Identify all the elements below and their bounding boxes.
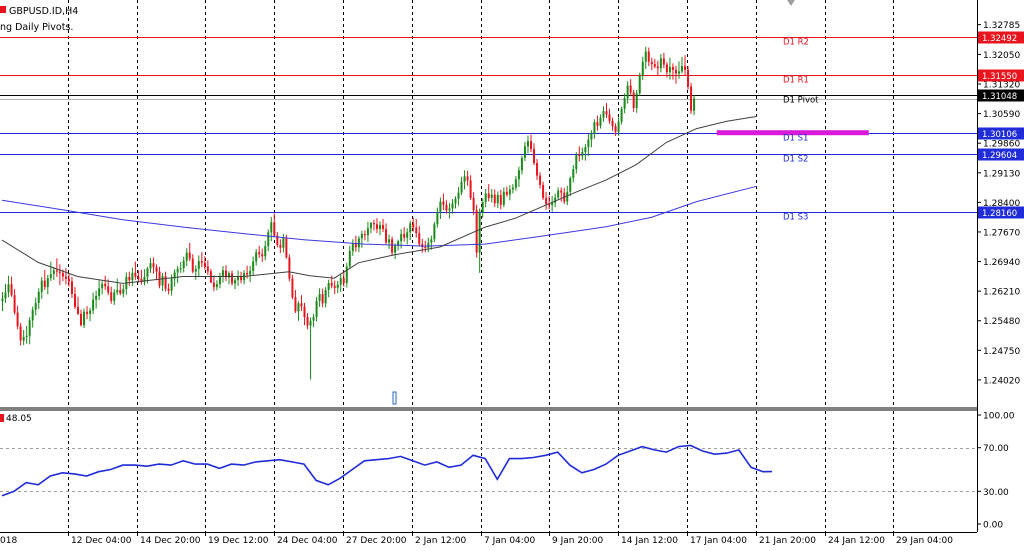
pivot-label-d1-r1: D1 R1 — [783, 76, 809, 86]
time-tick-label: 018 — [0, 536, 17, 546]
svg-text:1.31048: 1.31048 — [982, 92, 1017, 102]
time-tick-label: 24 Dec 04:00 — [277, 536, 338, 546]
price-tick-label: 1.25480 — [983, 317, 1020, 327]
price-box-d1-r2: 1.32492 — [978, 31, 1024, 44]
pivot-label-d1-pivot: D1 Pivot — [783, 96, 819, 106]
time-tick-label: 12 Dec 04:00 — [71, 536, 132, 546]
time-tick-label: 24 Jan 12:00 — [828, 536, 885, 546]
price-tick-label: 1.26210 — [983, 288, 1020, 298]
time-tick-label: 21 Jan 20:00 — [759, 536, 816, 546]
time-tick-label: 14 Dec 20:00 — [140, 536, 201, 546]
candle — [690, 82, 693, 115]
price-tick-label: 1.29130 — [983, 169, 1020, 179]
time-tick-label: 29 Jan 04:00 — [896, 536, 953, 546]
rsi-tick-label: 100.00 — [983, 412, 1015, 422]
rsi-tick-label: 30.00 — [983, 488, 1009, 498]
svg-text:1.32492: 1.32492 — [982, 34, 1017, 44]
price-box-d1-r1: 1.31550 — [978, 69, 1024, 82]
price-tick-label: 1.27670 — [983, 228, 1020, 238]
price-tick-label: 1.24750 — [983, 347, 1020, 357]
rsi-value: 48.05 — [6, 414, 32, 424]
chart-svg[interactable]: D1 R2 D1 R1 D1 Pivot D1 S1 D1 S2 D1 S3 1.3278… — [0, 0, 1024, 547]
price-tick-label: 1.29860 — [983, 140, 1020, 150]
price-tick-label: 1.32785 — [983, 21, 1020, 31]
indicator-subtitle: ng Daily Pivots. — [0, 22, 73, 33]
candle — [288, 254, 291, 282]
time-tick-label: 17 Jan 04:00 — [690, 536, 747, 546]
price-box-d1-pivot: 1.31048 — [978, 89, 1024, 102]
pivot-label-d1-r2: D1 R2 — [783, 38, 809, 48]
svg-text:1.30106: 1.30106 — [982, 130, 1017, 140]
candle — [638, 72, 641, 96]
svg-text:1.31550: 1.31550 — [982, 72, 1017, 82]
chart-window[interactable]: D1 R2 D1 R1 D1 Pivot D1 S1 D1 S2 D1 S3 1.3278… — [0, 0, 1024, 547]
time-tick-label: 9 Jan 20:00 — [552, 536, 604, 546]
candle — [291, 274, 294, 300]
price-tick-label: 1.24020 — [983, 376, 1020, 386]
pivot-label-d1-s3: D1 S3 — [783, 213, 808, 223]
time-tick-label: 7 Jan 04:00 — [484, 536, 536, 546]
time-tick-label: 14 Jan 12:00 — [621, 536, 678, 546]
rsi-tick-label: 70.00 — [983, 444, 1009, 454]
price-box-d1-s3: 1.28160 — [978, 206, 1024, 219]
rsi-color-icon — [0, 414, 4, 422]
rsi-tick-label: 0.00 — [983, 521, 1003, 531]
candle — [433, 221, 436, 243]
price-tick-label: 1.26940 — [983, 258, 1020, 268]
price-box-d1-s2: 1.29604 — [978, 148, 1024, 161]
price-box-d1-s1: 1.30106 — [978, 127, 1024, 140]
price-tick-label: 1.32050 — [983, 51, 1020, 61]
symbol-color-icon — [0, 6, 6, 13]
time-tick-label: 27 Dec 20:00 — [346, 536, 407, 546]
chart-title: GBPUSD.ID,H4 — [9, 6, 78, 17]
pane-separator[interactable] — [0, 407, 977, 411]
time-tick-label: 2 Jan 12:00 — [415, 536, 467, 546]
pivot-label-d1-s2: D1 S2 — [783, 155, 808, 165]
svg-text:1.29604: 1.29604 — [982, 151, 1017, 161]
price-tick-label: 1.30590 — [983, 110, 1020, 120]
price-tick-label: 1.31320 — [983, 81, 1020, 91]
time-tick-label: 19 Dec 12:00 — [208, 536, 269, 546]
svg-text:1.28160: 1.28160 — [982, 209, 1017, 219]
pivot-label-d1-s1: D1 S1 — [783, 134, 808, 144]
